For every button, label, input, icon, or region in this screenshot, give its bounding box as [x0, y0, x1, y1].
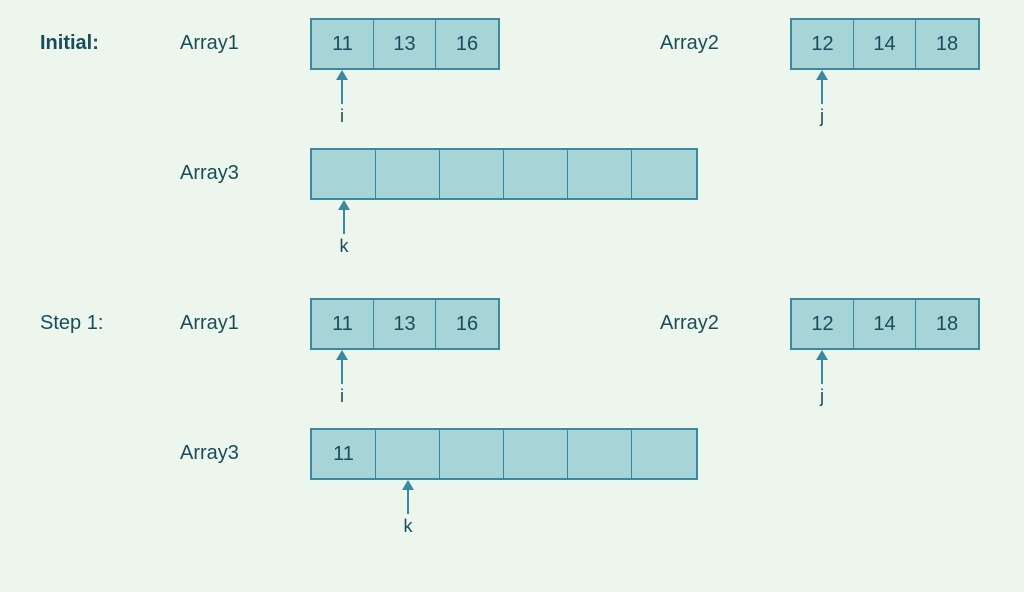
array2-label-step1: Array2	[660, 312, 719, 335]
array1-cell: 13	[374, 20, 436, 68]
array1-cell: 11	[312, 300, 374, 348]
array3-cell	[376, 430, 440, 478]
array2-cell: 14	[854, 20, 916, 68]
step-label-1: Step 1:	[40, 312, 103, 335]
array1-cell: 11	[312, 20, 374, 68]
pointer-k-step1: k	[396, 480, 420, 537]
pointer-label: j	[820, 386, 824, 407]
pointer-j-initial: j	[810, 70, 834, 127]
array2-box-initial: 12 14 18	[790, 18, 980, 70]
array1-cell: 13	[374, 300, 436, 348]
array3-label-initial: Array3	[180, 162, 239, 185]
pointer-label: i	[340, 106, 344, 127]
array3-cell	[440, 150, 504, 198]
pointer-label: k	[340, 236, 349, 257]
array3-cell	[440, 430, 504, 478]
array3-cell	[312, 150, 376, 198]
array3-cell: 11	[312, 430, 376, 478]
array1-cell: 16	[436, 300, 498, 348]
arrow-up-icon	[814, 350, 830, 384]
array2-cell: 14	[854, 300, 916, 348]
array2-cell: 18	[916, 300, 978, 348]
array2-label-initial: Array2	[660, 32, 719, 55]
array1-label-initial: Array1	[180, 32, 239, 55]
pointer-label: k	[404, 516, 413, 537]
arrow-up-icon	[814, 70, 830, 104]
array3-cell	[504, 430, 568, 478]
array1-label-step1: Array1	[180, 312, 239, 335]
array3-cell	[568, 150, 632, 198]
pointer-label: i	[340, 386, 344, 407]
array1-box-initial: 11 13 16	[310, 18, 500, 70]
array3-label-step1: Array3	[180, 442, 239, 465]
array2-cell: 18	[916, 20, 978, 68]
array2-cell: 12	[792, 20, 854, 68]
pointer-i-step1: i	[330, 350, 354, 407]
arrow-up-icon	[336, 200, 352, 234]
array2-box-step1: 12 14 18	[790, 298, 980, 350]
pointer-i-initial: i	[330, 70, 354, 127]
array3-cell	[632, 150, 696, 198]
array3-cell	[504, 150, 568, 198]
array3-cell	[376, 150, 440, 198]
arrow-up-icon	[334, 350, 350, 384]
array3-cell	[568, 430, 632, 478]
array1-cell: 16	[436, 20, 498, 68]
pointer-k-initial: k	[332, 200, 356, 257]
pointer-label: j	[820, 106, 824, 127]
array3-box-step1: 11	[310, 428, 698, 480]
arrow-up-icon	[334, 70, 350, 104]
pointer-j-step1: j	[810, 350, 834, 407]
array2-cell: 12	[792, 300, 854, 348]
step-label-initial: Initial:	[40, 32, 99, 55]
array1-box-step1: 11 13 16	[310, 298, 500, 350]
arrow-up-icon	[400, 480, 416, 514]
array3-box-initial	[310, 148, 698, 200]
array3-cell	[632, 430, 696, 478]
